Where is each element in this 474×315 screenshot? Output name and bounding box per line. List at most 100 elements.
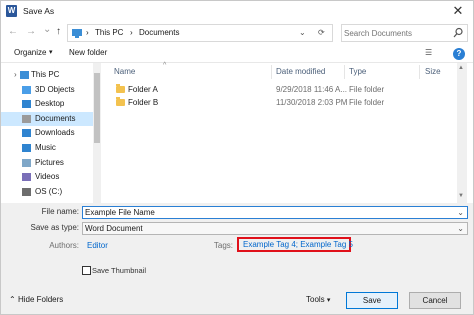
file-name-value: Example File Name [85, 208, 155, 217]
organize-button[interactable]: Organize [14, 48, 46, 57]
new-folder-button[interactable]: New folder [69, 48, 107, 57]
breadcrumb-separator: › [86, 28, 89, 37]
file-list-scrollbar[interactable]: ▲ ▼ [457, 63, 467, 203]
sidebar-item-label: Desktop [35, 99, 65, 109]
cube-icon [22, 85, 31, 94]
column-divider[interactable] [419, 65, 420, 79]
tools-dropdown-icon: ▾ [326, 297, 331, 304]
documents-icon [22, 114, 31, 123]
sidebar-item-label: This PC [31, 70, 60, 79]
sidebar-item-pictures[interactable]: Pictures [1, 156, 93, 170]
breadcrumb-documents[interactable]: Documents [139, 28, 179, 37]
search-input[interactable] [344, 27, 449, 39]
address-row: ← → ⌄ ↑ › This PC › Documents ⌄ ⟳ [1, 21, 473, 45]
expand-chevron-icon[interactable]: › [14, 68, 17, 82]
hide-folders-label: Hide Folders [17, 295, 64, 304]
sidebar-item-this-pc[interactable]: › This PC [1, 68, 93, 82]
sidebar-item-label: Downloads [35, 128, 75, 138]
save-as-type-label: Save as type: [30, 223, 79, 232]
sidebar-item-documents[interactable]: Documents [1, 111, 93, 126]
view-options-icon[interactable]: ☰ [425, 48, 432, 57]
nav-scroll-thumb[interactable] [94, 73, 100, 143]
pc-icon [20, 71, 29, 79]
save-as-dialog: W Save As ✕ ← → ⌄ ↑ › This PC › Document… [0, 0, 474, 315]
scroll-up-icon[interactable]: ▲ [458, 65, 464, 71]
navigation-pane: › This PC 3D Objects Desktop Documents Downlo… [1, 63, 101, 203]
authors-label: Authors: [49, 241, 79, 250]
organize-dropdown-icon[interactable]: ▾ [49, 48, 53, 56]
refresh-icon[interactable]: ⟳ [318, 28, 325, 37]
tags-highlight-box[interactable]: Example Tag 4; Example Tag 5 [237, 237, 353, 252]
chevron-up-icon: ⌃ [9, 295, 16, 304]
address-dropdown-icon[interactable]: ⌄ [299, 28, 306, 37]
sidebar-item-label: Music [35, 143, 56, 152]
sort-ascending-icon: ^ [163, 62, 167, 69]
sidebar-item-music[interactable]: Music [1, 141, 93, 155]
save-form: File name: Example File Name ⌄ Save as t… [1, 203, 473, 289]
close-icon[interactable]: ✕ [447, 2, 469, 20]
file-name-label: File name: [41, 207, 79, 216]
breadcrumb-separator: › [130, 28, 133, 37]
search-box[interactable] [341, 24, 468, 42]
music-icon [22, 144, 31, 152]
file-type: File folder [349, 85, 385, 94]
window-title: Save As [23, 6, 55, 16]
forward-arrow-icon[interactable]: → [26, 26, 36, 37]
tools-button[interactable]: Tools ▾ [306, 295, 330, 304]
help-icon[interactable]: ? [453, 48, 465, 60]
scroll-down-icon[interactable]: ▼ [458, 193, 464, 199]
column-header-date-modified[interactable]: Date modified [276, 67, 325, 76]
sidebar-item-label: OS (C:) [35, 186, 63, 196]
sidebar-item-desktop[interactable]: Desktop [1, 97, 93, 111]
address-bar[interactable]: › This PC › Documents ⌄ ⟳ [67, 24, 333, 42]
sidebar-item-os-c[interactable]: OS (C:) [1, 185, 93, 199]
file-name-field[interactable]: Example File Name ⌄ [82, 206, 468, 219]
folder-icon [116, 84, 125, 93]
nav-scrollbar[interactable] [93, 63, 101, 203]
cancel-button[interactable]: Cancel [409, 292, 461, 309]
sidebar-item-label: Documents [35, 113, 76, 123]
save-thumbnail-checkbox[interactable] [82, 266, 91, 275]
chevron-down-icon[interactable]: ⌄ [457, 223, 464, 234]
save-thumbnail-label[interactable]: Save Thumbnail [92, 266, 146, 275]
breadcrumb-this-pc[interactable]: This PC [95, 28, 123, 37]
authors-field[interactable]: Editor [87, 241, 108, 250]
save-button[interactable]: Save [346, 292, 398, 309]
up-arrow-icon[interactable]: ↑ [56, 26, 61, 37]
back-arrow-icon[interactable]: ← [8, 26, 18, 37]
table-row[interactable]: Folder B 11/30/2018 2:03 PM File folder [101, 96, 457, 109]
dialog-footer: ⌃ Hide Folders Tools ▾ Save Cancel [1, 289, 473, 314]
save-as-type-value: Word Document [85, 224, 143, 233]
table-row[interactable]: Folder A 9/29/2018 11:46 A... File folde… [101, 83, 457, 96]
save-as-type-select[interactable]: Word Document ⌄ [82, 222, 468, 235]
file-list: Name ^ Date modified Type Size Folder A … [101, 62, 473, 203]
desktop-icon [22, 100, 31, 109]
hide-folders-button[interactable]: ⌃ Hide Folders [9, 295, 63, 304]
file-type: File folder [349, 98, 385, 107]
chevron-down-icon[interactable]: ⌄ [457, 207, 464, 218]
download-icon [22, 129, 31, 138]
tags-label: Tags: [213, 241, 233, 250]
column-header-type[interactable]: Type [349, 67, 366, 76]
tools-label: Tools [306, 295, 325, 304]
sidebar-item-downloads[interactable]: Downloads [1, 126, 93, 140]
file-date: 9/29/2018 11:46 A... [276, 85, 348, 94]
file-browser: › This PC 3D Objects Desktop Documents Downlo… [1, 62, 473, 203]
column-divider[interactable] [344, 65, 345, 79]
title-bar: W Save As ✕ [1, 1, 473, 21]
word-app-icon: W [6, 5, 17, 17]
sidebar-item-3d-objects[interactable]: 3D Objects [1, 83, 93, 97]
sidebar-item-label: 3D Objects [35, 84, 75, 94]
sidebar-item-label: Pictures [35, 157, 64, 167]
recent-locations-icon[interactable]: ⌄ [43, 24, 51, 35]
search-icon[interactable] [453, 27, 463, 39]
command-toolbar: Organize ▾ New folder ☰ ? [1, 45, 473, 63]
column-divider[interactable] [271, 65, 272, 79]
sidebar-item-videos[interactable]: Videos [1, 170, 93, 184]
tags-field[interactable]: Example Tag 4; Example Tag 5 [243, 240, 353, 249]
folder-icon [116, 97, 125, 106]
column-header-size[interactable]: Size [425, 67, 441, 76]
column-header-name[interactable]: Name [114, 67, 135, 76]
videos-icon [22, 173, 31, 182]
sidebar-item-label: Videos [35, 172, 60, 182]
